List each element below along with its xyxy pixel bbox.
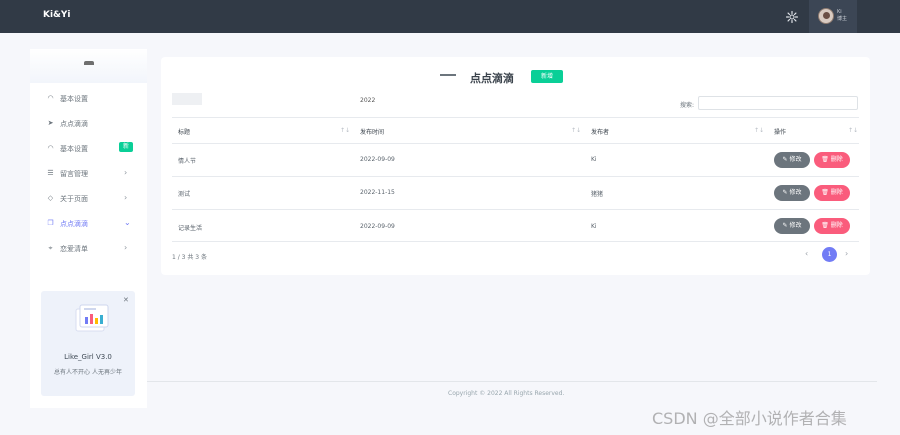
delete-button[interactable]: 🗑 删除 <box>814 152 850 168</box>
column-header-date[interactable]: 发布时间 <box>360 127 384 136</box>
blur-overlay <box>172 72 382 86</box>
report-illustration-icon <box>75 304 109 332</box>
edit-button[interactable]: ✎ 修改 <box>774 152 810 168</box>
sidebar-item-label: 点点滴滴 <box>60 120 88 128</box>
sidebar-item-label: 基本设置 <box>60 145 88 153</box>
add-button[interactable]: 新增 <box>531 70 563 83</box>
sort-icon[interactable]: ↑↓ <box>848 127 858 134</box>
table-divider <box>172 143 859 144</box>
sort-icon[interactable]: ↑↓ <box>340 127 350 134</box>
tag-icon: ◇ <box>47 194 54 202</box>
delete-button[interactable]: 🗑 删除 <box>814 218 850 234</box>
gear-icon[interactable] <box>786 11 798 23</box>
avatar[interactable] <box>818 8 834 24</box>
table-row-divider <box>172 209 859 210</box>
sidebar-item-label: 点点滴滴 <box>60 220 88 228</box>
table-row-divider <box>172 176 859 177</box>
watermark: CSDN @全部小说作者合集 <box>652 409 847 428</box>
sort-icon[interactable]: ↑↓ <box>571 127 581 134</box>
top-navbar <box>0 0 900 33</box>
chevron-right-icon: › <box>124 193 128 202</box>
sidebar-item-moments[interactable]: ➤ 点点滴滴 <box>30 111 147 136</box>
sidebar-item-basic-settings-2[interactable]: ◠ 基本设置 新 <box>30 136 147 161</box>
logo-icon <box>84 61 94 65</box>
sidebar-item-about[interactable]: ◇ 关于页面 › <box>30 186 147 211</box>
chevron-right-icon[interactable]: › <box>845 249 848 258</box>
table-row-divider <box>172 241 859 242</box>
sidebar-item-messages[interactable]: ☰ 留言管理 › <box>30 161 147 186</box>
cell-author: 猪猪 <box>591 191 604 198</box>
speedometer-icon: ◠ <box>47 144 54 152</box>
search-input[interactable] <box>698 96 858 110</box>
promo-subtitle: 总有人不开心 人无再少年 <box>54 369 122 376</box>
title-decoration <box>440 74 456 76</box>
sidebar-item-label: 恋爱清单 <box>60 245 88 253</box>
cell-author: Ki <box>591 156 597 163</box>
copy-icon: ❐ <box>47 219 54 227</box>
column-header-title[interactable]: 标题 <box>178 127 190 136</box>
cell-title: 情人节 <box>178 158 197 165</box>
new-badge: 新 <box>119 142 133 152</box>
speedometer-icon: ◠ <box>47 94 54 102</box>
send-icon: ➤ <box>47 119 54 127</box>
page-title: 点点滴滴 <box>470 72 514 85</box>
column-header-actions: 操作 <box>774 129 787 136</box>
sort-icon[interactable]: ↑↓ <box>754 127 764 134</box>
chevron-right-icon: › <box>124 243 128 252</box>
location-pin-icon: ⌖ <box>48 244 53 252</box>
edit-button[interactable]: ✎ 修改 <box>774 218 810 234</box>
list-icon: ☰ <box>47 169 54 177</box>
cell-date: 2022-11-15 <box>360 189 395 196</box>
blur-overlay <box>380 99 460 115</box>
table-divider <box>172 117 859 118</box>
footer-copyright: Copyright © 2022 All Rights Reserved. <box>448 390 565 397</box>
sidebar-item-label: 留言管理 <box>60 170 88 178</box>
footer-divider <box>147 381 877 382</box>
column-header-author[interactable]: 发布者 <box>591 127 609 136</box>
search-label: 搜索: <box>680 102 695 109</box>
promo-title: Like_Girl V3.0 <box>64 353 112 361</box>
chevron-left-icon[interactable]: ‹ <box>805 249 808 258</box>
sidebar-item-moments-active[interactable]: ❐ 点点滴滴 ⌄ <box>30 211 147 236</box>
sidebar-logo[interactable] <box>30 49 147 83</box>
sidebar-item-basic-settings[interactable]: ◠ 基本设置 <box>30 86 147 111</box>
edit-button[interactable]: ✎ 修改 <box>774 185 810 201</box>
cell-title: 记录生活 <box>178 225 203 232</box>
cell-author: Ki <box>591 223 597 230</box>
cell-title: 测试 <box>178 191 191 198</box>
sidebar-item-label: 基本设置 <box>60 95 88 103</box>
chevron-right-icon: › <box>124 168 128 177</box>
page-length-select[interactable] <box>172 93 202 105</box>
sidebar-item-love-list[interactable]: ⌖ 恋爱清单 › <box>30 236 147 261</box>
cell-date: 2022-09-09 <box>360 156 395 163</box>
chevron-down-icon: ⌄ <box>124 218 131 227</box>
brand-title[interactable]: Ki&Yi <box>43 10 71 20</box>
user-name[interactable]: Ki 博主 <box>837 9 847 23</box>
close-icon[interactable]: ✕ <box>123 296 129 304</box>
main-card <box>161 57 870 275</box>
delete-button[interactable]: 🗑 删除 <box>814 185 850 201</box>
table-info: 1 / 3 共 3 条 <box>172 254 208 261</box>
cell-date: 2022-09-09 <box>360 223 395 230</box>
date-filter: 2022 <box>360 97 376 104</box>
sidebar-item-label: 关于页面 <box>60 195 88 203</box>
page-button-current[interactable]: 1 <box>822 247 837 262</box>
